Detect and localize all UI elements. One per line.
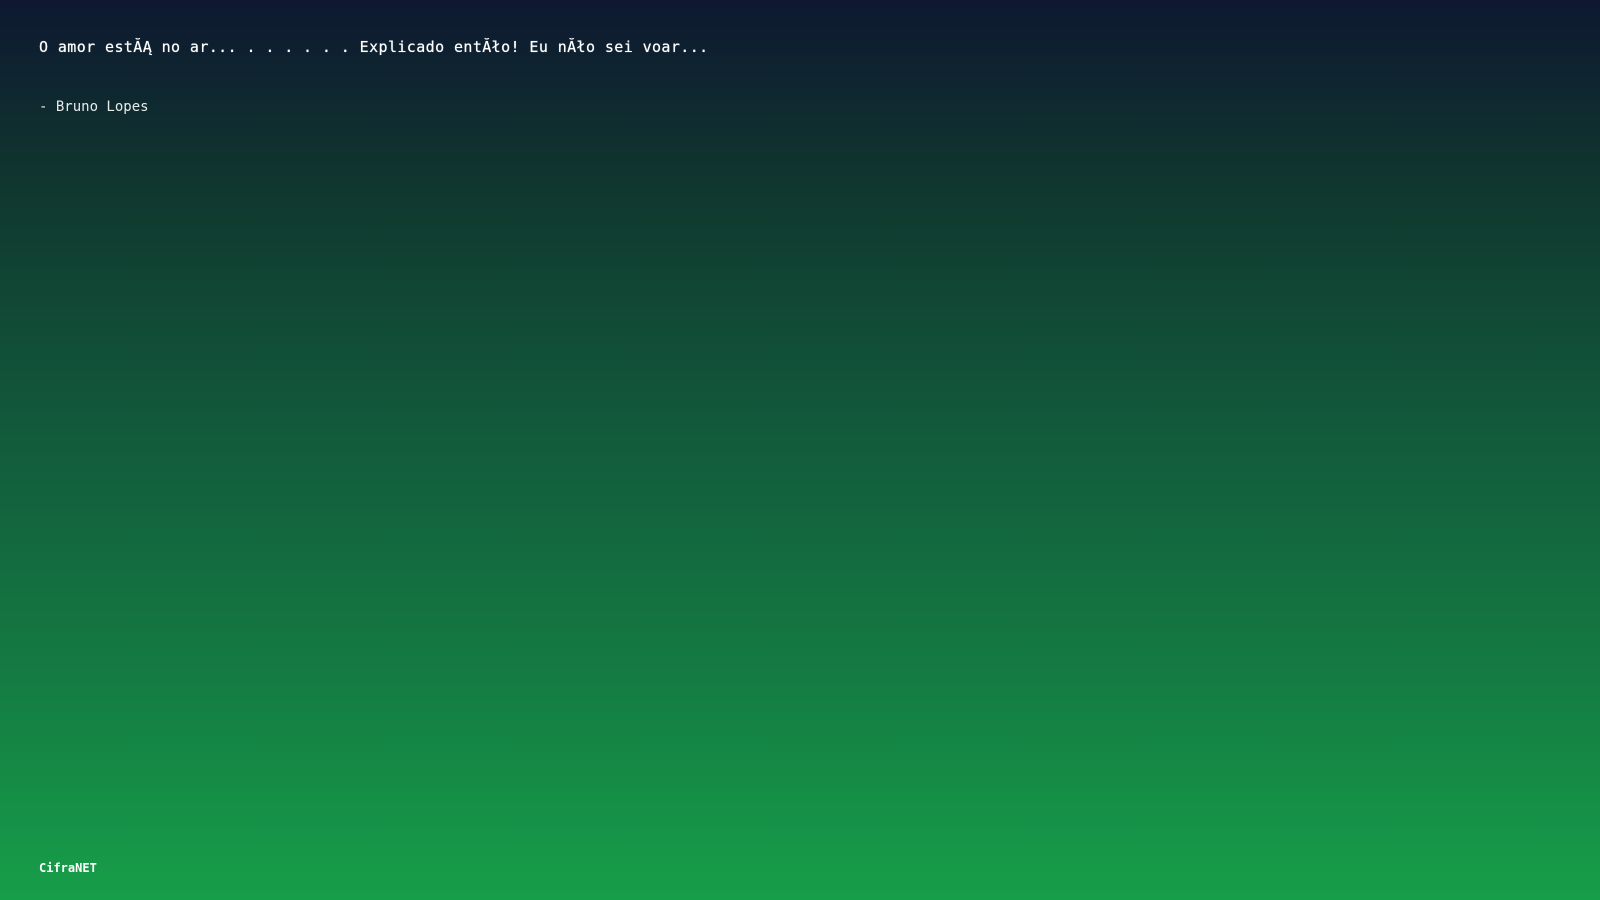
brand-logo-text: CifraNET bbox=[39, 861, 97, 875]
quote-author: - Bruno Lopes bbox=[39, 99, 149, 115]
quote-text: O amor estĂĄ no ar... . . . . . . Explic… bbox=[39, 38, 709, 56]
